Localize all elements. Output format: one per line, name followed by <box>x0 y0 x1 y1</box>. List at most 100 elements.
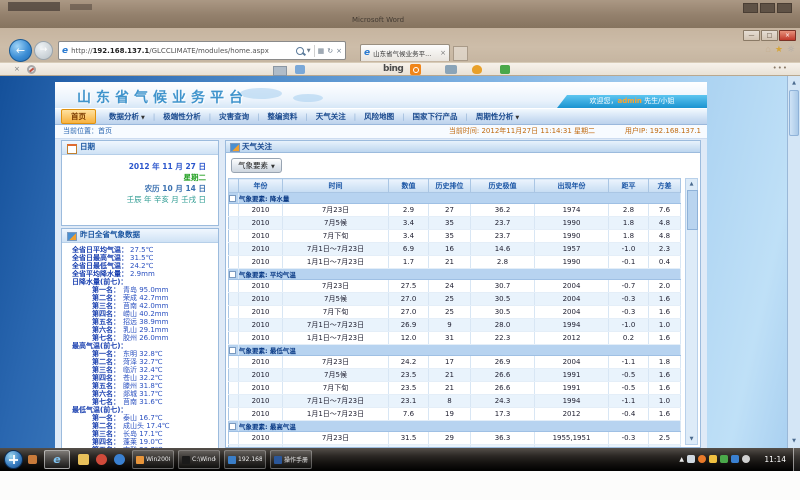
nav-item-5[interactable]: 天气关注 <box>308 111 354 122</box>
maximize-button[interactable]: □ <box>761 30 778 41</box>
cell: 1994 <box>535 395 609 408</box>
tray-icon[interactable] <box>687 455 695 463</box>
table-row[interactable]: 20107月1日～7月23日26.9928.01994-1.01.0 <box>229 319 681 332</box>
cell: 7.6 <box>649 204 681 217</box>
weather-stat: 全省日最低气温：24.2℃ <box>62 262 218 270</box>
tab-close-icon[interactable]: × <box>440 49 446 57</box>
favorites-star-icon[interactable]: ★ <box>775 45 783 55</box>
scroll-up-icon[interactable]: ▲ <box>686 179 697 189</box>
nav-item-4[interactable]: 整编资料 <box>259 111 305 122</box>
row-checkbox-cell <box>229 382 239 395</box>
table-row[interactable]: 20107月下旬27.02530.52004-0.31.6 <box>229 306 681 319</box>
snapshot-icon[interactable] <box>445 65 457 74</box>
home-icon[interactable]: ⌂ <box>765 45 771 55</box>
table-row[interactable]: 20101月1日～7月23日7.61917.32012-0.41.6 <box>229 408 681 421</box>
table-row[interactable]: 20107月5候27.02530.52004-0.31.6 <box>229 293 681 306</box>
nav-item-3[interactable]: 灾害查询 <box>211 111 257 122</box>
media-player-icon[interactable] <box>96 454 107 465</box>
table-row[interactable]: 20107月1日～7月23日6.91614.61957-1.02.3 <box>229 243 681 256</box>
nav-item-8[interactable]: 周期性分析▼ <box>468 111 527 122</box>
start-button[interactable] <box>4 450 23 469</box>
scrollbar-thumb[interactable] <box>687 190 698 230</box>
chevron-down-icon[interactable]: ▼ <box>307 48 311 54</box>
new-tab-button[interactable] <box>453 46 468 61</box>
taskbar-window-button[interactable]: Win2008 (VS2... <box>132 450 174 469</box>
nav-item-6[interactable]: 风险地图 <box>356 111 402 122</box>
table-row[interactable]: 20107月1日～7月23日23.1824.31994-1.11.0 <box>229 395 681 408</box>
plugin-icon[interactable] <box>500 65 510 74</box>
nav-item-0[interactable]: 首页 <box>61 109 96 124</box>
rank-value: 荣成 42.7mm <box>123 294 168 302</box>
network-icon[interactable] <box>731 455 739 463</box>
rank-item: 第四名：苍山 32.2℃ <box>62 374 218 382</box>
nav-item-2[interactable]: 极端性分析 <box>155 111 209 122</box>
tools-gear-icon[interactable]: ☼ <box>787 45 795 55</box>
explorer-folder-icon[interactable] <box>78 454 89 465</box>
table-row[interactable]: 20101月1日～7月23日12.03122.320120.21.6 <box>229 332 681 345</box>
table-row[interactable]: 20101月1日～7月23日1.7212.81990-0.10.4 <box>229 256 681 269</box>
scroll-down-icon[interactable]: ▼ <box>686 434 697 444</box>
tray-icon[interactable] <box>709 455 717 463</box>
cell: 30.5 <box>471 293 535 306</box>
scrollbar-thumb[interactable] <box>789 90 799 136</box>
mail-icon[interactable] <box>273 66 287 76</box>
cell: 2010 <box>239 319 283 332</box>
minimize-button[interactable]: — <box>743 30 760 41</box>
cell: 2010 <box>239 306 283 319</box>
panel-scrollbar[interactable]: ▲ ▼ <box>685 178 698 445</box>
cell: 2010 <box>239 369 283 382</box>
close-button[interactable]: × <box>779 30 796 41</box>
taskbar-clock[interactable]: 11:14 <box>764 448 786 471</box>
checkbox[interactable] <box>229 271 236 278</box>
checkbox[interactable] <box>229 347 236 354</box>
table-row[interactable]: 20107月23日31.52936.31955,1951-0.32.5 <box>229 432 681 445</box>
bing-logo[interactable]: bing <box>383 64 403 74</box>
checkbox[interactable] <box>229 423 236 430</box>
tray-icon[interactable] <box>720 455 728 463</box>
blocked-icon[interactable] <box>27 65 36 74</box>
app-icon[interactable] <box>114 454 125 465</box>
cell: 27.0 <box>389 306 429 319</box>
main-nav: 首页数据分析▼|极端性分析|灾害查询|整编资料|天气关注|风险地图|国家下行产品… <box>55 108 707 125</box>
solar-date: 2012 年 11 月 27 日 <box>62 161 206 172</box>
pet-paw-icon[interactable] <box>472 65 482 74</box>
compatibility-view-icon[interactable]: ▦ <box>318 47 325 55</box>
taskbar-window-button[interactable]: 操作手册.docx ... <box>270 450 312 469</box>
back-button[interactable]: ← <box>9 39 32 62</box>
browser-tab[interactable]: e 山东省气候业务平... × <box>360 44 450 61</box>
table-row[interactable]: 20107月5候23.52126.61991-0.51.6 <box>229 369 681 382</box>
search-engine-icon[interactable] <box>410 64 421 75</box>
table-row[interactable]: 20107月23日27.52430.72004-0.72.0 <box>229 280 681 293</box>
cell: 26.9 <box>389 319 429 332</box>
table-row[interactable]: 20107月下旬3.43523.719901.84.8 <box>229 230 681 243</box>
scroll-down-icon[interactable]: ▼ <box>788 435 800 447</box>
url-text[interactable]: http://192.168.137.1/GLCCLIMATE/modules/… <box>71 47 293 55</box>
forward-button[interactable]: → <box>34 41 53 60</box>
toolbar-close-icon[interactable]: × <box>14 65 20 73</box>
volume-icon[interactable] <box>742 455 750 463</box>
browser-scrollbar[interactable]: ▲ ▼ <box>787 76 800 448</box>
checkbox[interactable] <box>229 195 236 202</box>
nav-item-7[interactable]: 国家下行产品 <box>405 111 466 122</box>
scroll-up-icon[interactable]: ▲ <box>788 77 800 89</box>
table-row[interactable]: 20107月23日2.92736.219742.87.6 <box>229 204 681 217</box>
rank-item: 第三名：莒南 42.0mm <box>62 302 218 310</box>
hidden-icons-arrow[interactable]: ▲ <box>679 456 684 463</box>
taskbar-window-button[interactable]: C:\Windows\s... <box>178 450 220 469</box>
stop-icon[interactable]: × <box>336 47 342 55</box>
taskbar-ie-button[interactable]: e <box>44 450 70 469</box>
table-row[interactable]: 20107月5候3.43523.719901.84.8 <box>229 217 681 230</box>
more-options-icon[interactable]: ••• <box>773 64 788 72</box>
refresh-icon[interactable]: ↻ <box>327 47 333 55</box>
nav-item-1[interactable]: 数据分析▼ <box>101 111 153 122</box>
taskbar-window-button[interactable]: 192.168.58.99... <box>224 450 266 469</box>
address-bar[interactable]: e http://192.168.137.1/GLCCLIMATE/module… <box>58 41 346 60</box>
element-selector-button[interactable]: 气象要素▼ <box>231 158 282 173</box>
messenger-icon[interactable] <box>295 65 305 74</box>
table-row[interactable]: 20107月23日24.21726.92004-1.11.8 <box>229 356 681 369</box>
show-desktop-button[interactable] <box>793 448 800 471</box>
tray-icon[interactable] <box>698 455 706 463</box>
quick-launch-icon[interactable] <box>28 455 37 464</box>
table-row[interactable]: 20107月下旬23.52126.61991-0.51.6 <box>229 382 681 395</box>
search-icon[interactable] <box>296 47 304 55</box>
